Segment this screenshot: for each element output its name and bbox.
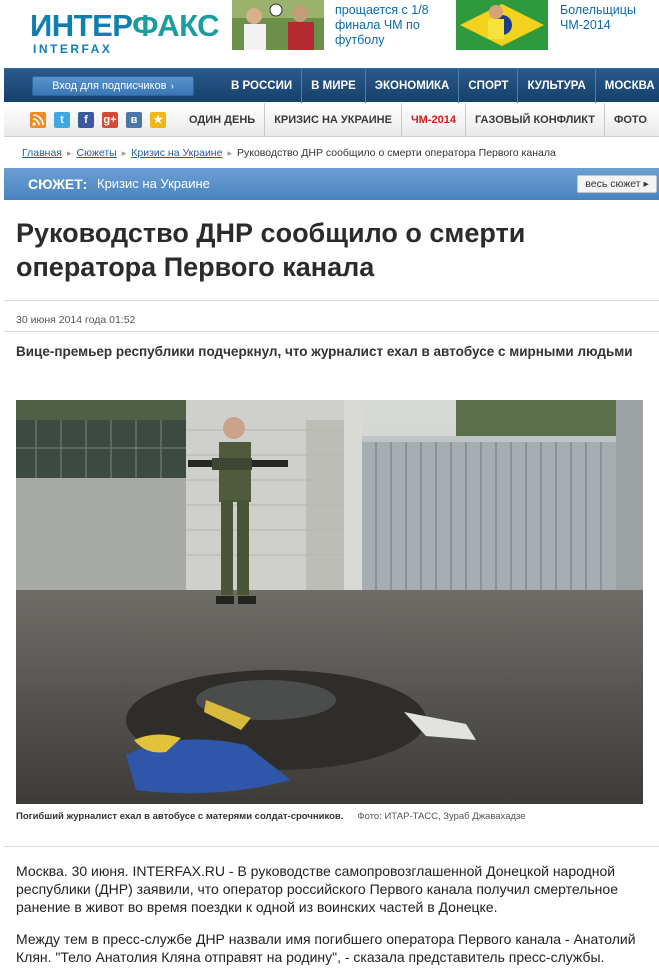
promo-item[interactable]: прощается с 1/8 финала ЧМ по футболу bbox=[232, 0, 442, 52]
story-name-link[interactable]: Кризис на Украине bbox=[97, 168, 210, 200]
nav-item-culture[interactable]: КУЛЬТУРА bbox=[517, 69, 594, 103]
breadcrumb-current: Руководство ДНР сообщило о смерти операт… bbox=[236, 147, 556, 159]
main-nav: Вход для подписчиков › В РОССИИ В МИРЕ ЭК… bbox=[4, 68, 659, 103]
subnav-item-worldcup[interactable]: ЧМ-2014 bbox=[400, 103, 465, 137]
story-bar: СЮЖЕТ: Кризис на Украине весь сюжет ▸ bbox=[4, 168, 659, 200]
article-date: 30 июня 2014 года 01:52 bbox=[16, 314, 136, 326]
rss-icon[interactable] bbox=[30, 112, 46, 128]
breadcrumb: Главная ▸ Сюжеты ▸ Кризис на Украине ▸ Руковод… bbox=[22, 147, 556, 159]
nav-item-russia[interactable]: В РОССИИ bbox=[222, 69, 301, 103]
promo-item[interactable]: Болельщицы ЧМ-2014 bbox=[456, 0, 656, 52]
subnav-item-one-day[interactable]: ОДИН ДЕНЬ bbox=[180, 103, 264, 137]
breadcrumb-ukraine-crisis[interactable]: Кризис на Украине bbox=[131, 147, 222, 159]
photo-caption: Погибший журналист ехал в автобусе с мат… bbox=[16, 811, 526, 822]
article-headline: Руководство ДНР сообщило о смерти операт… bbox=[16, 218, 526, 282]
subnav-item-photo[interactable]: ФОТО bbox=[603, 103, 656, 137]
all-story-button[interactable]: весь сюжет ▸ bbox=[577, 175, 657, 193]
facebook-icon[interactable]: f bbox=[78, 112, 94, 128]
photo-credit: Фото: ИТАР-ТАСС, Зураб Джавахадзе bbox=[357, 811, 526, 822]
social-links: t f g+ в ★ bbox=[30, 112, 166, 128]
site-header: ИНТЕРФАКС INTERFAX прощается с 1/8 финал… bbox=[0, 0, 659, 66]
logo-en: INTERFAX bbox=[33, 42, 113, 56]
twitter-icon[interactable]: t bbox=[54, 112, 70, 128]
promo-text[interactable]: прощается с 1/8 финала ЧМ по футболу bbox=[335, 3, 442, 48]
chevron-right-icon: ▸ bbox=[66, 148, 72, 158]
promo-text[interactable]: Болельщицы ЧМ-2014 bbox=[560, 3, 656, 33]
article-photo[interactable] bbox=[16, 400, 643, 804]
nav-item-economy[interactable]: ЭКОНОМИКА bbox=[364, 69, 459, 103]
story-label: СЮЖЕТ: bbox=[28, 176, 88, 192]
promo-thumbnail[interactable] bbox=[456, 0, 548, 50]
article-paragraph: Между тем в пресс-службе ДНР назвали имя… bbox=[16, 931, 636, 965]
subnav-item-ukraine-crisis[interactable]: КРИЗИС НА УКРАИНЕ bbox=[264, 103, 401, 137]
chevron-right-icon: ▸ bbox=[227, 148, 232, 158]
article-paragraph: Москва. 30 июня. INTERFAX.RU - В руковод… bbox=[16, 863, 618, 915]
divider bbox=[4, 300, 659, 301]
breadcrumb-home[interactable]: Главная bbox=[22, 147, 62, 159]
nav-item-moscow[interactable]: МОСКВА bbox=[594, 69, 659, 103]
chevron-right-icon: › bbox=[170, 81, 174, 92]
nav-item-sport[interactable]: СПОРТ bbox=[458, 69, 517, 103]
interfax-logo[interactable]: ИНТЕРФАКС INTERFAX bbox=[30, 8, 220, 56]
divider bbox=[4, 846, 659, 847]
favorites-icon[interactable]: ★ bbox=[150, 112, 166, 128]
secondary-nav: t f g+ в ★ ОДИН ДЕНЬ КРИЗИС НА УКРАИНЕ Ч… bbox=[4, 103, 659, 137]
chevron-right-icon: ▸ bbox=[121, 148, 127, 158]
article-lead: Вице-премьер республики подчеркнул, что … bbox=[16, 344, 633, 359]
subscriber-login-button[interactable]: Вход для подписчиков › bbox=[32, 76, 194, 96]
google-plus-icon[interactable]: g+ bbox=[102, 112, 118, 128]
subnav-item-gas-conflict[interactable]: ГАЗОВЫЙ КОНФЛИКТ bbox=[464, 103, 604, 137]
divider bbox=[4, 331, 659, 332]
vk-icon[interactable]: в bbox=[126, 112, 142, 128]
nav-item-world[interactable]: В МИРЕ bbox=[301, 69, 365, 103]
promo-thumbnail[interactable] bbox=[232, 0, 324, 50]
breadcrumb-stories[interactable]: Сюжеты bbox=[77, 147, 117, 159]
